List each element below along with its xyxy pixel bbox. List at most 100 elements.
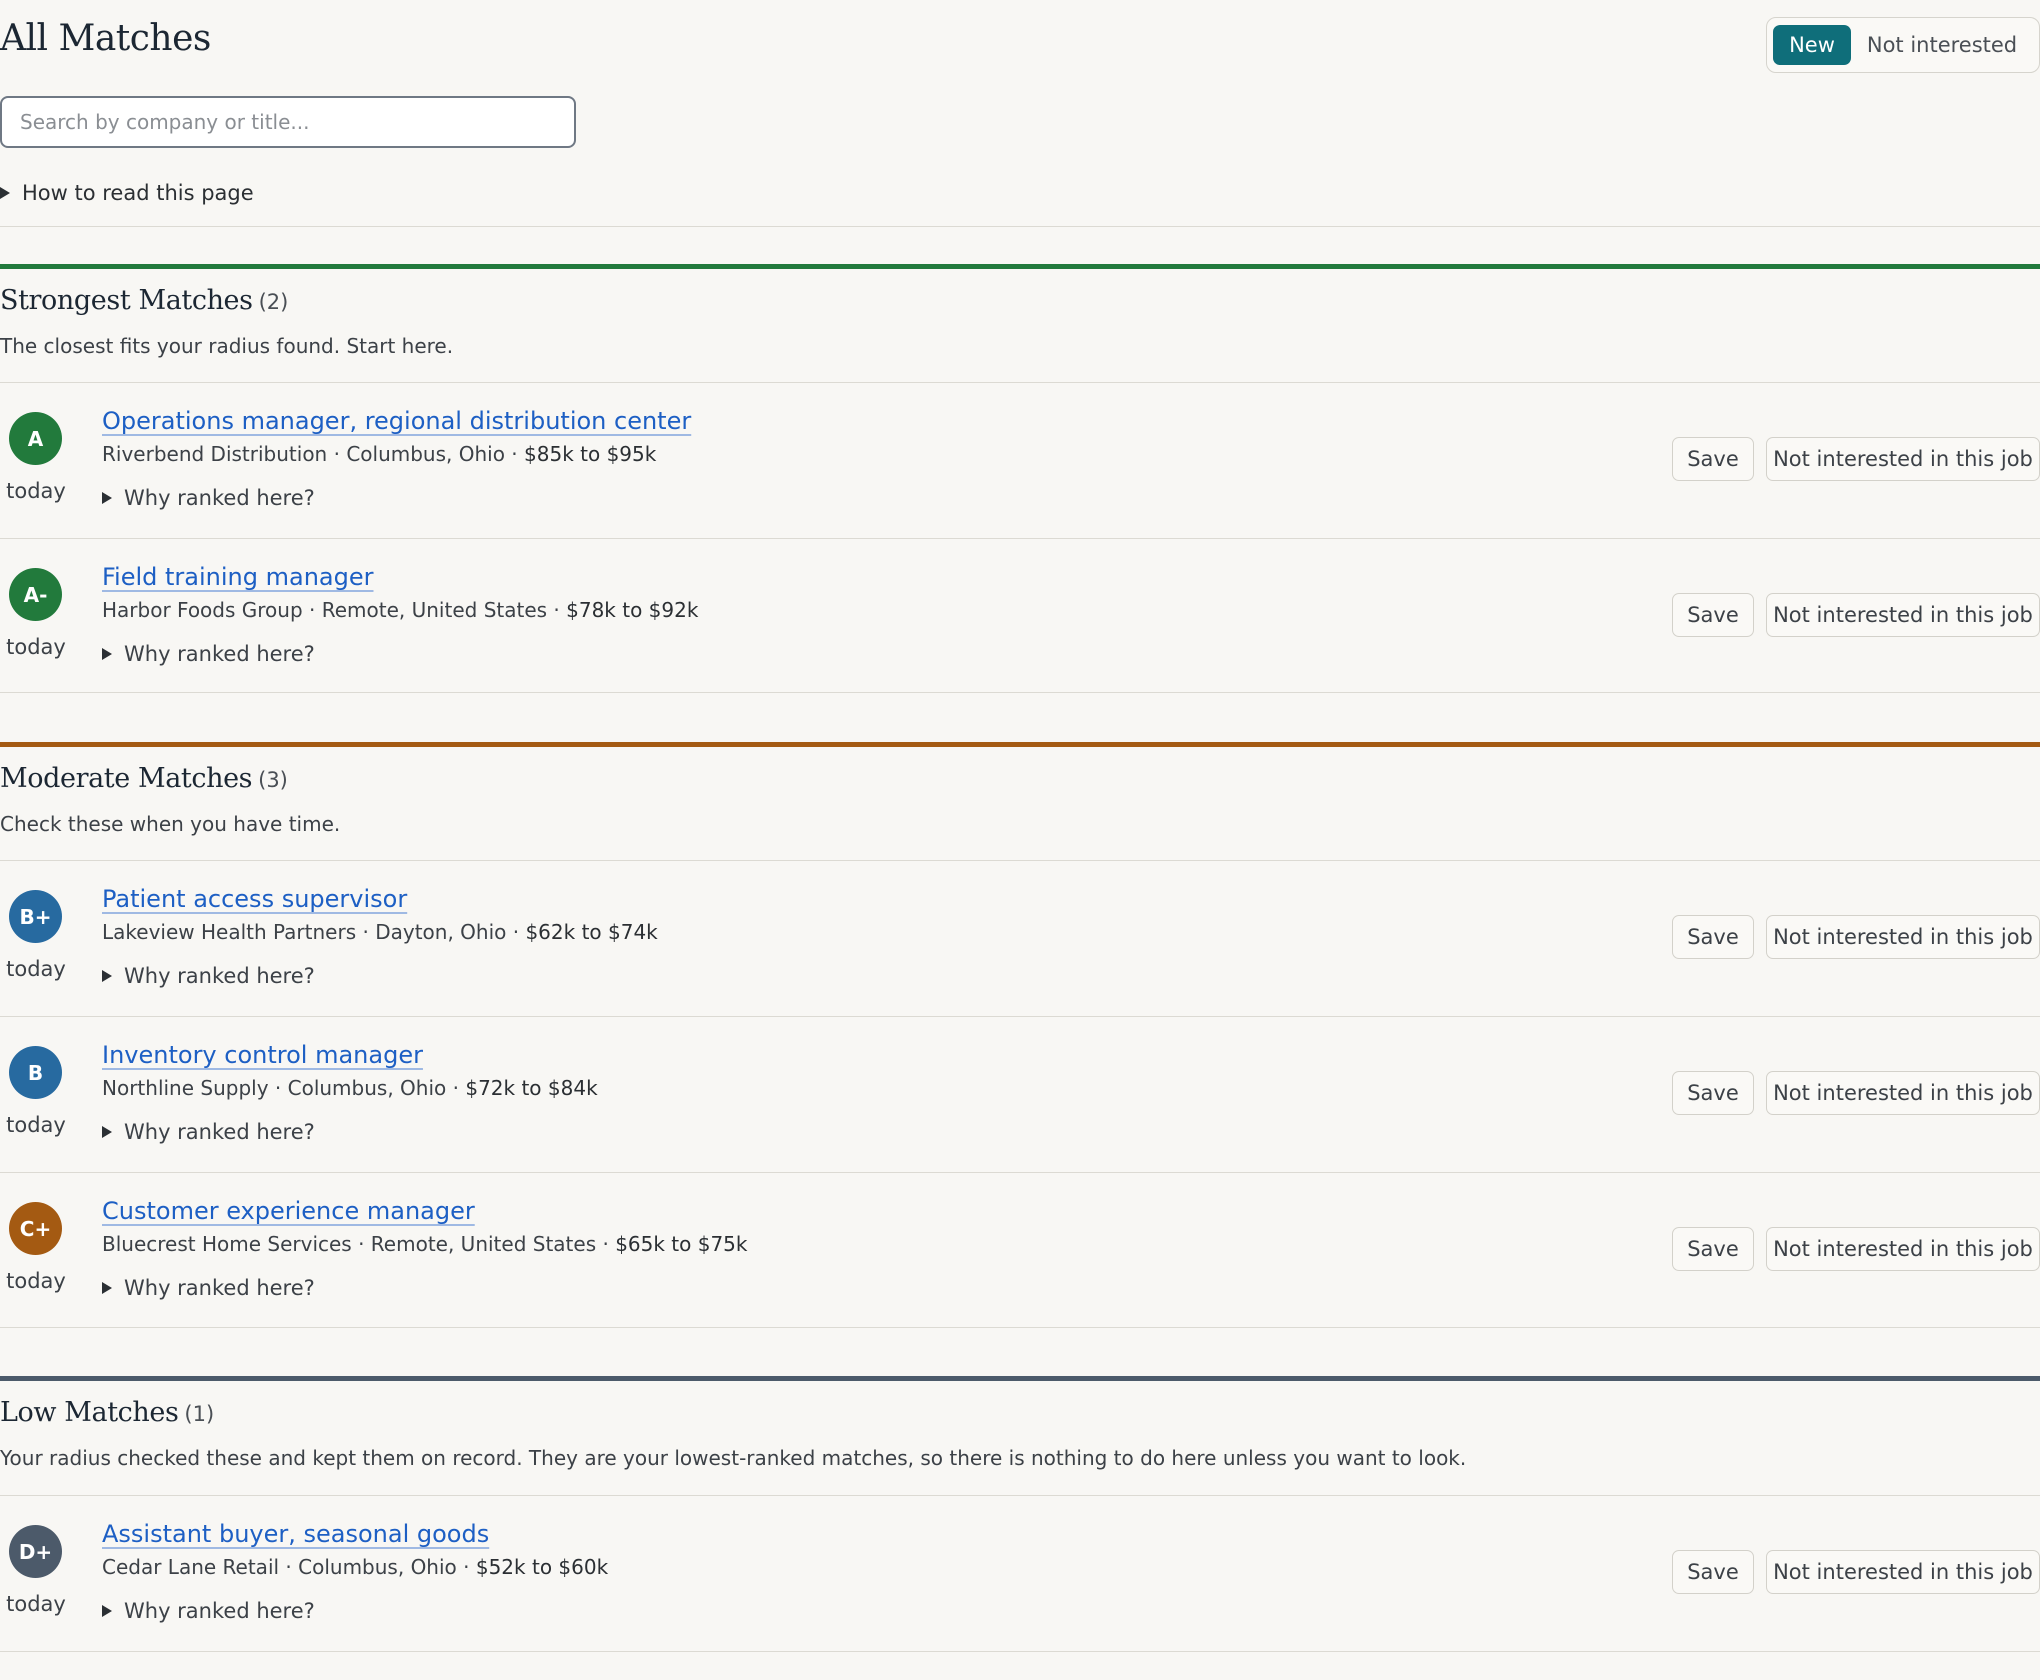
job-location: Columbus, Ohio bbox=[287, 1076, 447, 1100]
grade-badge: D+ bbox=[9, 1525, 62, 1578]
job-salary: $62k to $74k bbox=[525, 920, 658, 944]
save-button[interactable]: Save bbox=[1672, 437, 1754, 481]
meta-separator: · bbox=[268, 1076, 288, 1100]
why-ranked-label: Why ranked here? bbox=[124, 642, 315, 666]
grade-badge: B bbox=[9, 1046, 62, 1099]
job-meta: Lakeview Health Partners · Dayton, Ohio … bbox=[102, 920, 658, 944]
job-location: Remote, United States bbox=[370, 1232, 597, 1256]
meta-separator: · bbox=[302, 598, 322, 622]
section-subtitle: The closest fits your radius found. Star… bbox=[0, 334, 454, 358]
low-section-header: Low Matches (1) bbox=[0, 1397, 214, 1428]
job-company: Northline Supply bbox=[102, 1076, 269, 1100]
section-count: (2) bbox=[258, 290, 289, 314]
row-divider bbox=[0, 1327, 2040, 1328]
section-count: (3) bbox=[258, 768, 288, 792]
meta-separator: · bbox=[351, 1232, 371, 1256]
meta-separator: · bbox=[279, 1555, 299, 1579]
job-location: Dayton, Ohio bbox=[375, 920, 507, 944]
posted-date: today bbox=[6, 1269, 66, 1293]
job-row: A- today Field training manager Harbor F… bbox=[0, 539, 2040, 694]
job-meta: Bluecrest Home Services · Remote, United… bbox=[102, 1232, 748, 1256]
meta-separator: · bbox=[327, 442, 347, 466]
job-company: Riverbend Distribution bbox=[102, 442, 328, 466]
disclosure-triangle-icon bbox=[102, 1126, 112, 1138]
job-company: Lakeview Health Partners bbox=[102, 920, 357, 944]
strongest-section-bar bbox=[0, 264, 2040, 269]
job-meta: Harbor Foods Group · Remote, United Stat… bbox=[102, 598, 698, 622]
header-divider bbox=[0, 226, 2040, 227]
how-to-read-disclosure[interactable]: How to read this page bbox=[0, 178, 254, 208]
page-title: All Matches bbox=[0, 18, 211, 59]
why-ranked-disclosure[interactable]: Why ranked here? bbox=[102, 640, 315, 668]
meta-separator: · bbox=[596, 1232, 616, 1256]
posted-date: today bbox=[6, 1113, 66, 1137]
job-title-link[interactable]: Assistant buyer, seasonal goods bbox=[102, 1520, 489, 1548]
section-subtitle: Check these when you have time. bbox=[0, 812, 341, 836]
save-button[interactable]: Save bbox=[1672, 1227, 1754, 1271]
grade-badge: A- bbox=[9, 568, 62, 621]
save-button[interactable]: Save bbox=[1672, 1550, 1754, 1594]
disclosure-triangle-icon bbox=[0, 187, 10, 199]
disclosure-triangle-icon bbox=[102, 1282, 112, 1294]
disclosure-triangle-icon bbox=[102, 492, 112, 504]
job-title-link[interactable]: Customer experience manager bbox=[102, 1197, 475, 1225]
not-interested-button[interactable]: Not interested in this job bbox=[1766, 1227, 2040, 1271]
section-title: Strongest Matches bbox=[0, 285, 253, 316]
grade-badge: B+ bbox=[9, 890, 62, 943]
disclosure-triangle-icon bbox=[102, 648, 112, 660]
strongest-section-header: Strongest Matches (2) bbox=[0, 285, 288, 316]
row-divider bbox=[0, 1651, 2040, 1652]
job-meta: Northline Supply · Columbus, Ohio · $72k… bbox=[102, 1076, 598, 1100]
save-button[interactable]: Save bbox=[1672, 593, 1754, 637]
grade-badge: C+ bbox=[9, 1202, 62, 1255]
how-to-read-label: How to read this page bbox=[22, 181, 254, 205]
why-ranked-disclosure[interactable]: Why ranked here? bbox=[102, 1118, 315, 1146]
why-ranked-label: Why ranked here? bbox=[124, 964, 315, 988]
why-ranked-disclosure[interactable]: Why ranked here? bbox=[102, 484, 315, 512]
why-ranked-label: Why ranked here? bbox=[124, 486, 315, 510]
job-row: C+ today Customer experience manager Blu… bbox=[0, 1173, 2040, 1328]
posted-date: today bbox=[6, 479, 66, 503]
job-title-link[interactable]: Patient access supervisor bbox=[102, 885, 407, 913]
meta-separator: · bbox=[547, 598, 567, 622]
moderate-section-bar bbox=[0, 742, 2040, 747]
job-title-link[interactable]: Inventory control manager bbox=[102, 1041, 423, 1069]
section-title: Moderate Matches bbox=[0, 763, 253, 794]
job-salary: $65k to $75k bbox=[615, 1232, 748, 1256]
not-interested-button[interactable]: Not interested in this job bbox=[1766, 915, 2040, 959]
job-company: Harbor Foods Group bbox=[102, 598, 303, 622]
job-location: Columbus, Ohio bbox=[298, 1555, 457, 1579]
job-title-link[interactable]: Operations manager, regional distributio… bbox=[102, 407, 691, 435]
disclosure-triangle-icon bbox=[102, 1605, 112, 1617]
row-divider bbox=[0, 692, 2040, 693]
job-title-link[interactable]: Field training manager bbox=[102, 563, 374, 591]
job-salary: $52k to $60k bbox=[475, 1555, 609, 1579]
job-company: Bluecrest Home Services bbox=[102, 1232, 352, 1256]
all-matches-page: All Matches New Not interested How to re… bbox=[0, 0, 2040, 1680]
not-interested-button[interactable]: Not interested in this job bbox=[1766, 1550, 2040, 1594]
job-row: A today Operations manager, regional dis… bbox=[0, 383, 2040, 538]
meta-separator: · bbox=[356, 920, 376, 944]
not-interested-button[interactable]: Not interested in this job bbox=[1766, 1071, 2040, 1115]
save-button[interactable]: Save bbox=[1672, 915, 1754, 959]
moderate-section-header: Moderate Matches (3) bbox=[0, 763, 288, 794]
save-button[interactable]: Save bbox=[1672, 1071, 1754, 1115]
search-input[interactable] bbox=[0, 96, 576, 148]
job-row: B today Inventory control manager Northl… bbox=[0, 1017, 2040, 1172]
section-count: (1) bbox=[184, 1402, 215, 1426]
section-subtitle: Your radius checked these and kept them … bbox=[0, 1446, 1467, 1470]
grade-badge: A bbox=[9, 412, 62, 465]
why-ranked-disclosure[interactable]: Why ranked here? bbox=[102, 1274, 315, 1302]
why-ranked-label: Why ranked here? bbox=[124, 1120, 315, 1144]
status-toggle: New Not interested bbox=[1766, 17, 2040, 73]
not-interested-button[interactable]: Not interested in this job bbox=[1766, 437, 2040, 481]
toggle-new-button[interactable]: New bbox=[1773, 25, 1851, 65]
job-meta: Cedar Lane Retail · Columbus, Ohio · $52… bbox=[102, 1555, 608, 1579]
job-row: B+ today Patient access supervisor Lakev… bbox=[0, 861, 2040, 1016]
why-ranked-disclosure[interactable]: Why ranked here? bbox=[102, 1597, 315, 1625]
not-interested-button[interactable]: Not interested in this job bbox=[1766, 593, 2040, 637]
why-ranked-disclosure[interactable]: Why ranked here? bbox=[102, 962, 315, 990]
job-salary: $78k to $92k bbox=[566, 598, 699, 622]
meta-separator: · bbox=[506, 920, 526, 944]
toggle-not-interested-button[interactable]: Not interested bbox=[1851, 25, 2033, 65]
